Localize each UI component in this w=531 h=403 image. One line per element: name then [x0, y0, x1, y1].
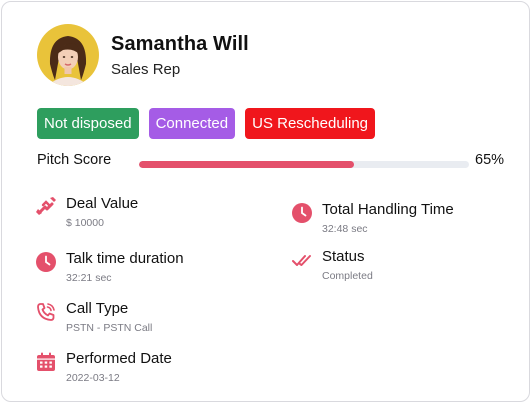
performed-date-value: 2022-03-12 [66, 372, 120, 384]
profile-role: Sales Rep [111, 61, 181, 78]
double-check-icon [292, 250, 312, 270]
status-label: Status [322, 248, 365, 265]
deal-value-label: Deal Value [66, 195, 139, 212]
performed-date-label: Performed Date [66, 350, 172, 367]
handshake-icon [36, 197, 56, 217]
calendar-icon [36, 352, 56, 372]
phone-icon [36, 302, 56, 322]
pitch-score-value: 65% [475, 152, 505, 168]
total-handling-time-value: 32:48 sec [322, 223, 368, 235]
total-handling-time-label: Total Handling Time [322, 201, 454, 218]
badge-not-disposed[interactable]: Not disposed [37, 108, 139, 139]
call-type-value: PSTN - PSTN Call [66, 322, 153, 334]
pitch-score-fill [139, 161, 354, 168]
avatar [37, 24, 99, 86]
badge-us-rescheduling[interactable]: US Rescheduling [245, 108, 376, 139]
clock-icon [292, 203, 312, 223]
badge-connected[interactable]: Connected [148, 108, 236, 139]
clock-icon [36, 252, 56, 272]
talk-time-duration-value: 32:21 sec [66, 272, 112, 284]
status-value: Completed [322, 270, 373, 282]
call-type-label: Call Type [66, 300, 129, 317]
call-summary-card: Samantha Will Sales Rep Not disposed Con… [1, 1, 530, 402]
status-badges: Not disposed Connected US Rescheduling [37, 108, 376, 139]
pitch-score-bar [139, 161, 469, 168]
deal-value-value: $ 10000 [66, 217, 104, 229]
profile-name: Samantha Will [111, 33, 249, 55]
pitch-score-label: Pitch Score [37, 152, 112, 168]
talk-time-duration-label: Talk time duration [66, 250, 184, 267]
